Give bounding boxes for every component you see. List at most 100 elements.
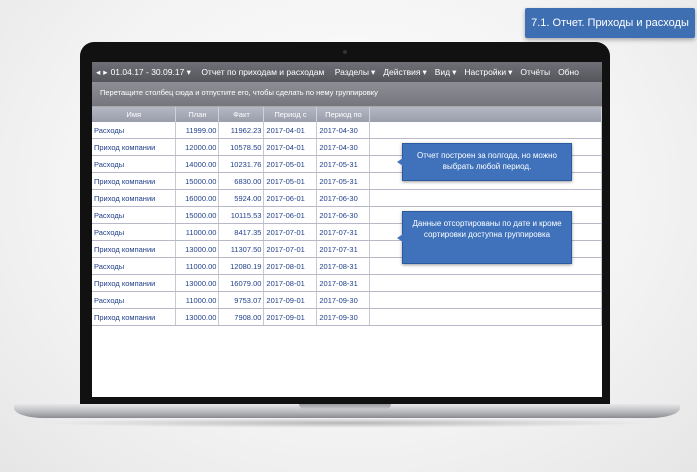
table-cell: 15000.00	[175, 172, 220, 190]
table-cell: 5924.00	[218, 189, 265, 207]
table-cell: 2017-06-01	[263, 206, 318, 224]
table-cell: 11000.00	[175, 223, 220, 241]
table-cell-empty	[369, 189, 602, 207]
table-cell: Приход компании	[92, 138, 177, 156]
group-drop-zone[interactable]: Перетащите столбец сюда и отпустите его,…	[92, 82, 602, 107]
table-cell: 10231.76	[218, 155, 265, 173]
prev-period-icon[interactable]: ◂	[96, 67, 100, 77]
table-cell: 2017-04-30	[316, 122, 371, 139]
table-cell: 16079.00	[218, 274, 265, 292]
table-cell: 2017-08-01	[263, 274, 318, 292]
table-cell: 2017-08-31	[316, 274, 371, 292]
table-cell: 2017-09-01	[263, 308, 318, 326]
chevron-down-icon: ▾	[422, 67, 427, 77]
table-cell: Расходы	[92, 122, 177, 139]
column-header[interactable]: Имя	[92, 107, 177, 122]
table-cell: Приход компании	[92, 274, 177, 292]
table-cell: 13000.00	[175, 274, 220, 292]
table-cell: Приход компании	[92, 189, 177, 207]
table-cell: Расходы	[92, 206, 177, 224]
table-cell: 13000.00	[175, 240, 220, 258]
table-cell-empty	[369, 274, 602, 292]
chevron-down-icon: ▾	[452, 67, 457, 77]
table-cell: Приход компании	[92, 240, 177, 258]
table-row[interactable]: Расходы 11999.00 11962.23 2017-04-01 2017-04…	[92, 122, 602, 139]
column-header[interactable]: Период по	[316, 107, 371, 122]
table-cell: 15000.00	[175, 206, 220, 224]
table-cell: 11000.00	[175, 291, 220, 309]
laptop-shadow	[40, 418, 654, 428]
table-cell: 2017-07-01	[263, 223, 318, 241]
menu-item[interactable]: Разделы	[335, 67, 369, 77]
table-cell: 6830.00	[218, 172, 265, 190]
table-row[interactable]: Расходы 11000.00 9753.07 2017-09-01 2017-09-…	[92, 291, 602, 309]
table-cell: 2017-07-31	[316, 223, 371, 241]
table-cell: 2017-09-01	[263, 291, 318, 309]
tooltip-period: Отчет построен за полгода, но можно выбр…	[397, 143, 572, 181]
table-header: Имя План Факт Период с Период по	[92, 107, 602, 122]
table-cell: 2017-08-01	[263, 257, 318, 275]
table-cell: 9753.07	[218, 291, 265, 309]
header-filler	[369, 107, 602, 122]
table-cell: 2017-09-30	[316, 308, 371, 326]
table-cell: Приход компании	[92, 172, 177, 190]
menu-item[interactable]: Вид	[435, 67, 450, 77]
table-cell-empty	[369, 308, 602, 326]
table-cell: 12080.19	[218, 257, 265, 275]
table-cell: 7908.00	[218, 308, 265, 326]
table-cell-empty	[369, 122, 602, 139]
table-cell: Расходы	[92, 257, 177, 275]
table-row[interactable]: Приход компании 16000.00 5924.00 2017-06-01…	[92, 189, 602, 207]
table-cell: 2017-05-01	[263, 155, 318, 173]
table-cell: 11307.50	[218, 240, 265, 258]
table-row[interactable]: Приход компании 13000.00 16079.00 2017-08-0…	[92, 274, 602, 292]
chevron-down-icon: ▾	[370, 67, 376, 77]
table-cell: 8417.35	[218, 223, 265, 241]
table-cell: 2017-09-30	[316, 291, 371, 309]
table-cell: 11999.00	[175, 122, 220, 139]
table-cell: Расходы	[92, 291, 177, 309]
table-cell: 2017-06-30	[316, 189, 371, 207]
table-cell: Приход компании	[92, 308, 177, 326]
menu-item[interactable]: Настройки	[464, 67, 506, 77]
report-title: Отчет по приходам и расходам	[201, 67, 325, 77]
tooltip-sorting: Данные отсортированы по дате и кроме сор…	[397, 211, 572, 264]
table-cell: 10578.50	[218, 138, 265, 156]
table-cell: 2017-04-30	[316, 138, 371, 156]
table-cell: 2017-07-01	[263, 240, 318, 258]
table-cell: Расходы	[92, 223, 177, 241]
table-row[interactable]: Приход компании 13000.00 7908.00 2017-09-01…	[92, 308, 602, 326]
next-period-icon[interactable]: ▸	[103, 67, 107, 77]
menu-item[interactable]: Действия	[383, 67, 420, 77]
table-cell: 16000.00	[175, 189, 220, 207]
table-cell: 11000.00	[175, 257, 220, 275]
table-cell: 2017-04-01	[263, 138, 318, 156]
laptop-notch	[299, 404, 391, 409]
camera-dot	[343, 50, 347, 54]
table-cell: 2017-05-31	[316, 155, 371, 173]
menu-item[interactable]: Отчёты	[520, 67, 550, 77]
section-badge: 7.1. Отчет. Приходы и расходы	[525, 8, 695, 38]
table-cell: 2017-06-01	[263, 189, 318, 207]
table-cell: 11962.23	[218, 122, 265, 139]
table-cell: 2017-05-01	[263, 172, 318, 190]
column-header[interactable]: План	[175, 107, 220, 122]
table-cell-empty	[369, 291, 602, 309]
table-cell: 10115.53	[218, 206, 265, 224]
toolbar: ◂ ▸ 01.04.17 - 30.09.17 ▾ Отчет по прихода…	[92, 62, 602, 82]
table-cell: 14000.00	[175, 155, 220, 173]
period-selector[interactable]: 01.04.17 - 30.09.17 ▾	[111, 67, 191, 77]
table-cell: 2017-04-01	[263, 122, 318, 139]
chevron-down-icon: ▾	[508, 67, 513, 77]
table-cell: 13000.00	[175, 308, 220, 326]
table-cell: 2017-06-30	[316, 206, 371, 224]
menu-item[interactable]: Обно	[558, 67, 579, 77]
table-cell: 2017-07-31	[316, 240, 371, 258]
table-cell: Расходы	[92, 155, 177, 173]
table-cell: 2017-05-31	[316, 172, 371, 190]
period-label: 01.04.17 - 30.09.17	[110, 67, 185, 77]
table-cell: 12000.00	[175, 138, 220, 156]
column-header[interactable]: Период с	[263, 107, 318, 122]
column-header[interactable]: Факт	[218, 107, 265, 122]
table-cell: 2017-08-31	[316, 257, 371, 275]
